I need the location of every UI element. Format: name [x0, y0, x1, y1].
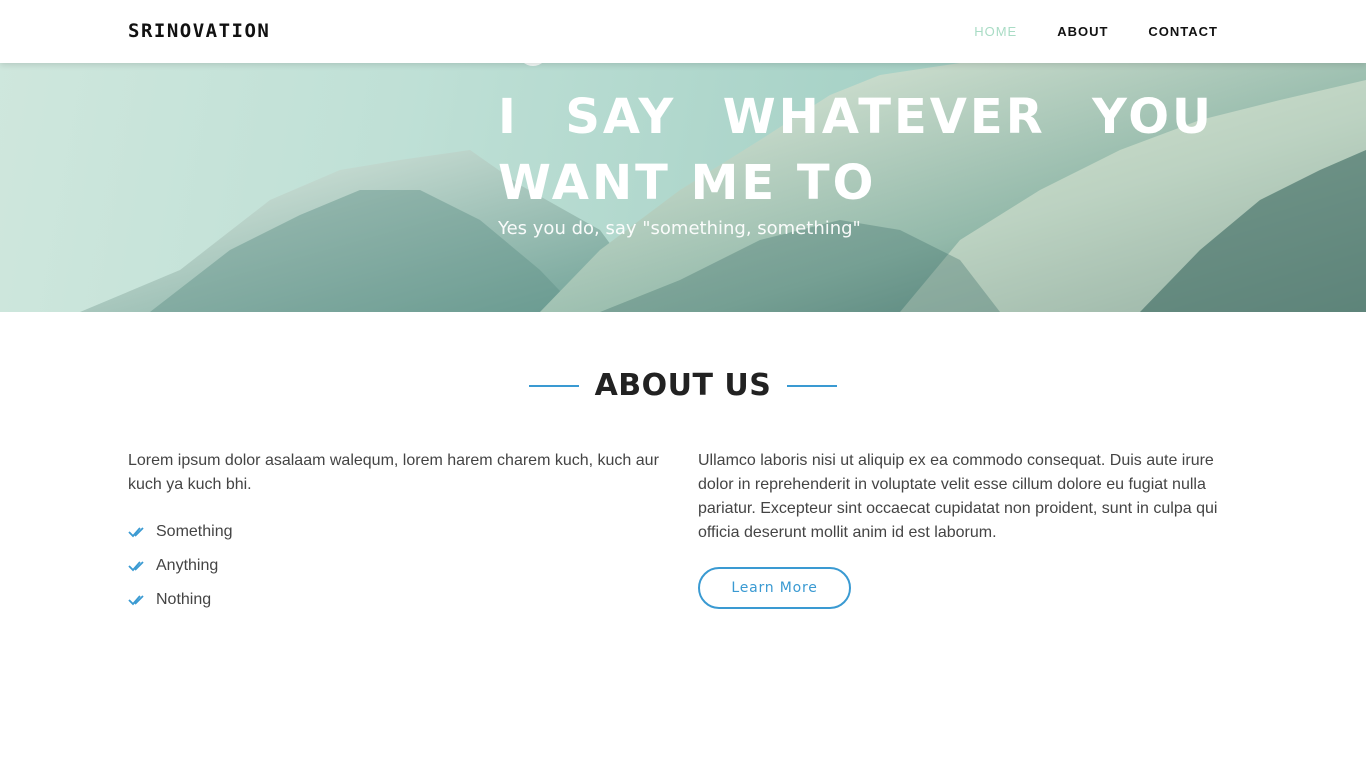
double-check-icon — [128, 595, 144, 606]
about-heading-row: ABOUT US — [0, 368, 1366, 403]
nav-about[interactable]: ABOUT — [1057, 24, 1108, 39]
about-left-column: Lorem ipsum dolor asalaam walequm, lorem… — [128, 449, 668, 617]
heading-divider-left — [528, 384, 579, 387]
site-logo[interactable]: SRINOVATION — [128, 20, 270, 42]
list-item-label: Nothing — [156, 591, 212, 608]
about-left-text: Lorem ipsum dolor asalaam walequm, lorem… — [128, 452, 659, 493]
hero-title: I SAY WHATEVER YOU WANT ME TO — [498, 89, 1214, 211]
about-right-text: Ullamco laboris nisi ut aliquip ex ea co… — [698, 452, 1218, 541]
nav-contact[interactable]: CONTACT — [1148, 24, 1218, 39]
main-nav: HOME ABOUT CONTACT — [974, 24, 1218, 39]
feature-list: Something Anything Nothing — [128, 515, 668, 617]
about-right-column: Ullamco laboris nisi ut aliquip ex ea co… — [698, 449, 1218, 609]
hero-subtitle: Yes you do, say "something, something" — [498, 218, 861, 239]
top-navbar: SRINOVATION HOME ABOUT CONTACT — [0, 0, 1366, 63]
learn-more-button[interactable]: Learn More — [698, 567, 851, 609]
nav-home[interactable]: HOME — [974, 24, 1017, 39]
double-check-icon — [128, 561, 144, 572]
about-heading: ABOUT US — [594, 368, 772, 403]
hero-text-block: I SAY WHATEVER YOU WANT ME TO Yes you do… — [498, 84, 1214, 239]
double-check-icon — [128, 527, 144, 538]
list-item-label: Something — [156, 523, 233, 540]
list-item: Anything — [128, 549, 668, 583]
list-item: Nothing — [128, 583, 668, 617]
list-item: Something — [128, 515, 668, 549]
list-item-label: Anything — [156, 557, 219, 574]
heading-divider-right — [787, 384, 838, 387]
